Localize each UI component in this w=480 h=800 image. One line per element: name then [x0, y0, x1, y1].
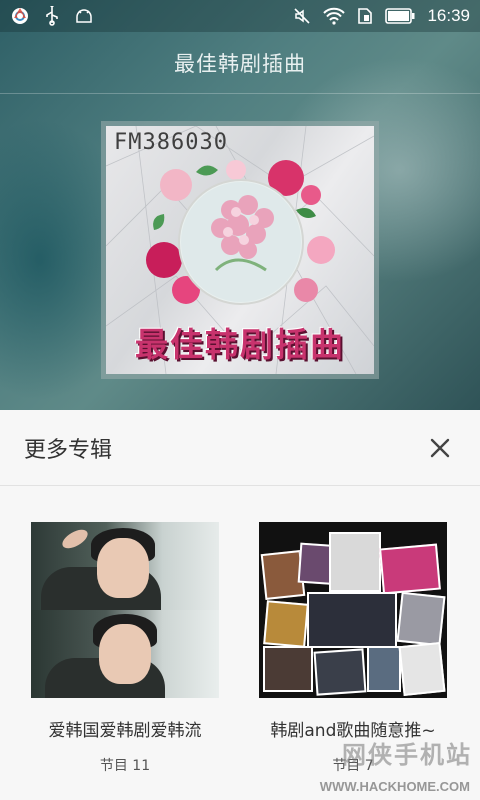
battery-icon — [385, 8, 415, 24]
mute-icon — [293, 7, 311, 25]
album-thumbnail-2 — [259, 522, 447, 698]
sheet-title: 更多专辑 — [24, 437, 113, 463]
album-thumbnail-1 — [31, 522, 219, 698]
sim-icon — [357, 7, 373, 25]
more-albums-sheet: 更多专辑 爱韩国爱韩剧爱韩流 节目 11 韩剧and歌曲随意推~ 节目 7 网侠… — [0, 410, 480, 800]
sheet-header: 更多专辑 — [0, 410, 480, 486]
album-name: 爱韩国爱韩剧爱韩流 — [48, 721, 202, 741]
watermark-text: 网侠手机站 — [342, 741, 472, 769]
album-item-1[interactable]: 爱韩国爱韩剧爱韩流 节目 11 — [31, 522, 219, 775]
android-debug-icon — [74, 8, 94, 24]
usb-icon — [44, 6, 60, 26]
album-cover-image: FM386030 最佳韩剧插曲 — [106, 126, 374, 374]
status-bar: 16:39 — [0, 0, 480, 32]
album-list: 爱韩国爱韩剧爱韩流 节目 11 韩剧and歌曲随意推~ 节目 7 — [0, 486, 480, 775]
album-cover[interactable]: FM386030 最佳韩剧插曲 — [101, 121, 379, 379]
watermark-url: WWW.HACKHOME.COM — [319, 779, 470, 794]
flower-wreath-illustration — [146, 160, 335, 305]
album-episode-count: 节目 11 — [99, 758, 151, 774]
title-bar: 最佳韩剧插曲 — [0, 32, 480, 94]
status-time: 16:39 — [427, 6, 470, 25]
wifi-icon — [323, 7, 346, 25]
browser-icon — [10, 6, 30, 26]
close-icon — [430, 438, 450, 457]
page-title: 最佳韩剧插曲 — [174, 51, 306, 76]
cover-caption: 最佳韩剧插曲 — [135, 325, 345, 364]
portrait-panel-top — [31, 522, 219, 610]
close-button[interactable] — [424, 432, 456, 464]
portrait-panel-bottom — [31, 610, 219, 698]
